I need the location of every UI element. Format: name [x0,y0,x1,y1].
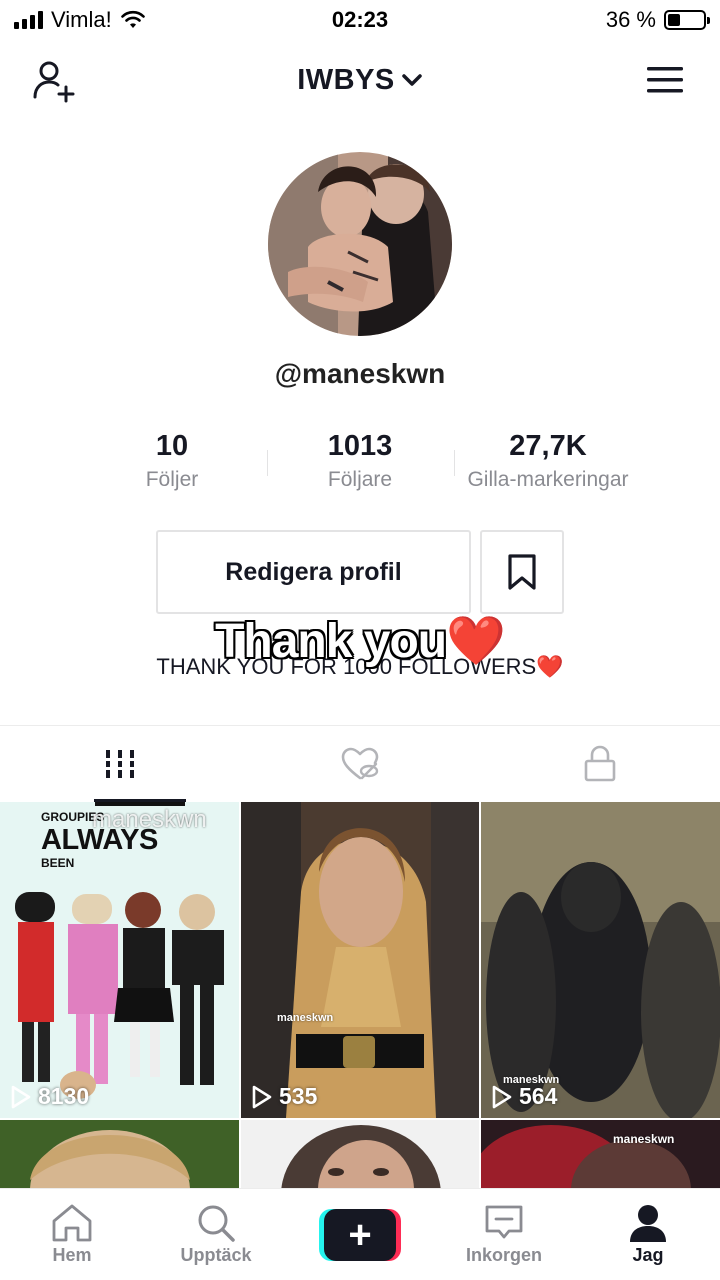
overlay-text: Thank you [215,615,447,668]
signal-icon [14,11,43,29]
followers-label: Följare [327,468,393,491]
nav-inbox[interactable]: Inkorgen [432,1189,576,1280]
video-caption-overlay: Thank you❤️ [0,612,720,669]
video-tile[interactable] [241,1120,479,1188]
tab-liked[interactable] [240,726,480,802]
nav-inbox-label: Inkorgen [465,1245,542,1265]
home-icon [52,1204,92,1242]
stat-followers[interactable]: 1013 Följare [250,428,470,492]
following-count: 10 [155,430,189,462]
view-count: 535 [251,1083,317,1110]
video-tile[interactable]: maneskwn [481,1120,720,1188]
video-thumbnail [241,1120,479,1188]
create-button: + [319,1208,401,1261]
tile-watermark: maneskwn [92,806,207,833]
page-title: IWBYS [297,63,395,96]
edit-profile-button[interactable]: Redigera profil [156,530,471,614]
profile-header: IWBYS [0,50,720,110]
liked-hidden-icon [341,747,379,780]
avatar[interactable] [268,152,452,336]
grid-icon [104,750,136,778]
profile-tabs [0,726,720,802]
video-tile[interactable]: maneskwn 564 [481,802,720,1118]
following-label: Följer [145,468,199,491]
favorites-button[interactable] [480,530,564,614]
inbox-icon [485,1205,523,1239]
lock-icon [584,745,616,782]
view-count-text: 8130 [38,1083,90,1109]
battery-percentage: 36 % [605,7,656,32]
carrier-name: Vimla! [51,7,112,32]
tab-videos[interactable] [0,726,240,802]
video-thumbnail [0,1120,239,1188]
view-count: 8130 [10,1083,89,1110]
nav-home-label: Hem [52,1245,92,1265]
profile-icon [630,1205,666,1242]
nav-home[interactable]: Hem [0,1189,144,1280]
status-right: 36 % [605,7,710,33]
search-icon [198,1205,235,1242]
video-thumbnail [241,802,479,1118]
stat-following[interactable]: 10 Följer [62,428,282,492]
view-count: 564 [491,1083,557,1110]
nav-discover[interactable]: Upptäck [144,1189,288,1280]
menu-button[interactable] [640,55,690,105]
overlay-heart: ❤️ [446,615,506,668]
battery-fill [668,14,681,26]
play-icon [252,1085,272,1108]
tile-watermark: maneskwn [277,1012,334,1024]
chevron-down-icon [402,74,422,86]
tile-title-sub: BEEN [41,856,75,870]
video-tile[interactable]: maneskwn 535 [241,802,479,1118]
username: @maneskwn [274,358,446,389]
stat-likes[interactable]: 27,7K Gilla-markeringar [438,428,658,492]
video-tile[interactable]: GROUPIES ALWAYS BEEN maneskwn 8130 [0,802,239,1118]
followers-count: 1013 [327,430,393,462]
status-bar: Vimla! 02:23 36 % [0,0,720,40]
video-thumbnail [481,1120,720,1188]
bookmark-icon [508,554,536,590]
wifi-icon [120,10,145,28]
video-grid: GROUPIES ALWAYS BEEN maneskwn 8130 manes… [0,802,720,1188]
add-friend-button[interactable] [30,55,80,105]
nav-discover-label: Upptäck [180,1245,252,1265]
tab-private[interactable] [480,726,720,802]
hamburger-menu-icon [647,67,683,93]
play-icon [492,1085,512,1108]
status-left: Vimla! [14,7,146,33]
battery-icon [664,10,710,30]
account-switcher[interactable]: IWBYS [297,64,423,97]
add-user-icon [33,61,75,103]
video-thumbnail [481,802,720,1118]
nav-profile-label: Jag [632,1245,664,1265]
avatar-photo [268,152,452,336]
view-count-text: 535 [279,1083,318,1109]
likes-label: Gilla-markeringar [467,468,629,491]
profile-stats: 10 Följer 1013 Följare 27,7K Gilla-marke… [0,428,720,500]
bottom-nav: Hem Upptäck + Inkorgen Jag [0,1188,720,1280]
play-icon [11,1085,31,1108]
likes-count: 27,7K [509,430,587,462]
plus-icon: + [324,1208,396,1261]
nav-create[interactable]: + [288,1189,432,1280]
nav-profile[interactable]: Jag [576,1189,720,1280]
tile-watermark: maneskwn [613,1132,675,1146]
video-tile[interactable] [0,1120,239,1188]
view-count-text: 564 [519,1083,558,1109]
